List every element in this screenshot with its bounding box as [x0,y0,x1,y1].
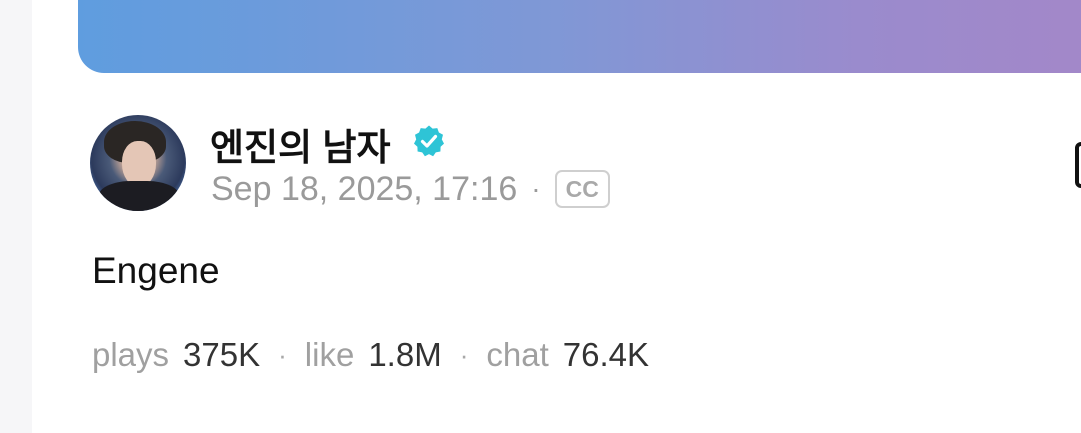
chat-label: chat [486,336,549,373]
cc-badge[interactable]: CC [554,170,610,208]
plays-count: 375K [183,336,261,373]
bookmark-icon[interactable] [1075,142,1081,188]
stats-separator: · [459,339,469,370]
post-meta: Sep 18, 2025, 17:16 · CC [211,168,610,210]
author-name[interactable]: 엔진의 남자 [210,117,390,171]
media-banner[interactable]: 15:30 [78,0,1081,73]
left-gutter [0,0,32,433]
post-date: Sep 18, 2025, 17:16 [211,169,518,208]
plays-label: plays [92,336,170,373]
stats-separator: · [278,339,287,370]
chat-count: 76.4K [562,336,649,373]
avatar[interactable] [90,115,186,211]
meta-separator: · [531,173,541,204]
post-stats: plays 375K · like 1.8M · chat 76.4K [92,334,649,376]
banner-timestamp: 15:30 [1071,0,1081,8]
verified-badge-icon [414,125,444,157]
avatar-jacket [98,181,180,211]
like-label: like [304,336,355,373]
post-caption: Engene [92,250,220,291]
post-page: 15:30 엔진의 남자 Sep 18, 2025, 17:16 · CC En… [0,0,1081,433]
like-count: 1.8M [368,336,442,373]
